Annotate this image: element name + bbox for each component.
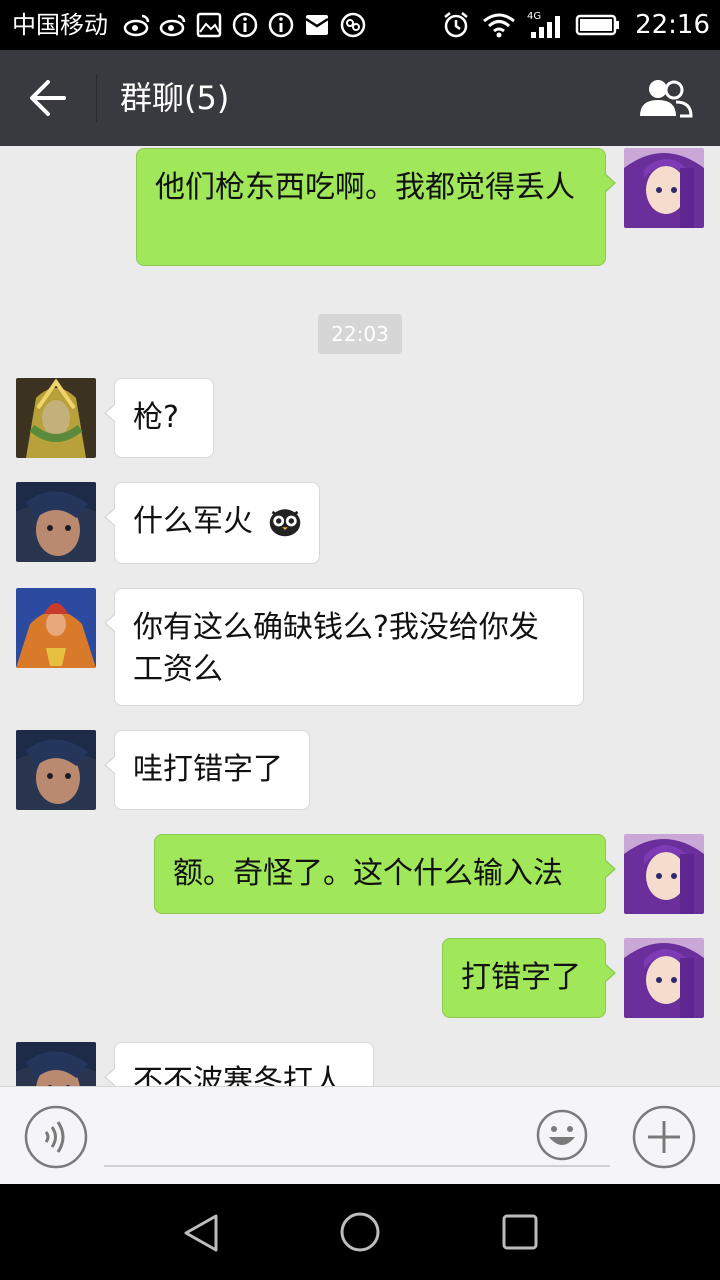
avatar-purple-hair[interactable] [624,938,704,1018]
mail-icon [305,15,329,35]
battery-icon [575,14,620,36]
message-text: 什么军火 [133,504,253,539]
nav-home-icon[interactable] [336,1208,384,1256]
chat-header: 群聊(5) [0,50,720,146]
message-text: 枪? [133,400,179,435]
message-text: 他们枪东西吃啊。我都觉得丢人 [155,170,575,205]
message-bubble[interactable]: 打错字了 [442,938,616,1018]
nav-back-icon[interactable] [178,1210,224,1256]
message-input[interactable] [104,1101,610,1167]
voice-icon[interactable] [24,1105,88,1169]
clock: 22:16 [635,10,710,40]
message-list[interactable]: 他们枪东西吃啊。我都觉得丢人 22:03 枪? 什么军火 你有这么确缺钱么?我没… [0,146,720,1086]
weibo-icon [123,14,150,37]
back-arrow-icon[interactable] [22,76,74,120]
avatar-red-armor[interactable] [16,588,96,668]
message-text: 哇打错字了 [133,752,283,787]
weibo-icon [159,14,186,37]
info-icon [232,12,258,38]
avatar-purple-hair[interactable] [624,148,704,228]
status-right: 4G 22:16 [441,6,710,44]
header-divider [96,74,97,122]
message-bubble[interactable]: 枪? [104,378,214,458]
app-icon [340,12,366,38]
message-text: 打错字了 [461,960,581,995]
signal-icon: 4G [527,11,561,38]
info-icon [268,12,294,38]
alarm-icon [444,12,468,38]
message-bubble[interactable]: 他们枪东西吃啊。我都觉得丢人 [136,148,616,266]
status-bar: 中国移动 4G 22:16 [0,0,720,50]
carrier-label: 中国移动 [12,11,108,39]
avatar-golden-armor[interactable] [16,378,96,458]
avatar-purple-hair[interactable] [624,834,704,914]
message-bubble[interactable]: 哇打错字了 [104,730,310,810]
message-bubble[interactable]: 你有这么确缺钱么?我没给你发工资么 [104,588,584,706]
nav-recent-icon[interactable] [498,1210,542,1254]
svg-text:4G: 4G [527,11,541,22]
message-text: 你有这么确缺钱么?我没给你发工资么 [133,610,539,687]
plus-icon[interactable] [632,1105,696,1169]
message-text: 额。奇怪了。这个什么输入法 [173,856,563,891]
message-bubble[interactable]: 额。奇怪了。这个什么输入法 [154,834,616,914]
chat-title: 群聊(5) [120,79,230,117]
wifi-icon [483,13,515,38]
notification-icons [122,10,368,40]
message-bubble[interactable]: 什么军火 [104,482,320,564]
system-nav-bar [0,1184,720,1280]
group-members-icon[interactable] [636,78,694,118]
avatar-blue-hair[interactable] [16,482,96,562]
avatar-blue-hair[interactable] [16,1042,96,1086]
owl-emoji [269,509,301,537]
timestamp: 22:03 [318,314,402,354]
avatar-blue-hair[interactable] [16,730,96,810]
message-text: 不不波塞冬打人 [133,1064,343,1086]
input-bar [0,1086,720,1184]
message-bubble[interactable]: 不不波塞冬打人 [104,1042,374,1086]
smiley-icon[interactable] [536,1109,588,1161]
image-icon [196,12,222,38]
